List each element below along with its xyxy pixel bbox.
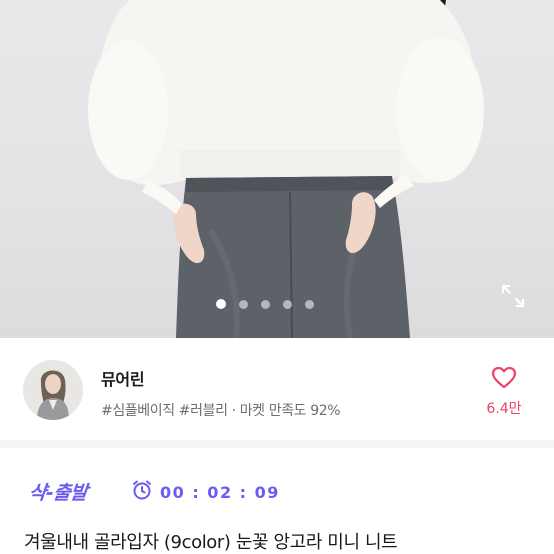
like-button[interactable]: 6.4만 [478,366,530,418]
product-title: 겨울내내 골라입자 (9color) 눈꽃 앙고라 미니 니트 [24,532,398,553]
section-divider [0,440,554,448]
seller-info-row[interactable]: 뮤어린 #심플베이직 #러블리 · 마켓 만족도 92% 6.4만 [0,338,554,440]
carousel-dot[interactable] [216,299,226,309]
fast-shipping-badge: 샥-출발 [27,482,89,504]
alarm-clock-icon [131,479,153,505]
carousel-dot[interactable] [239,299,248,309]
carousel-dot[interactable] [305,299,314,309]
carousel-dot[interactable] [283,299,292,309]
promo-section: 샥-출발 00 : 02 : 09 겨울내내 골라입자 (9color) 눈꽃 … [0,448,554,554]
countdown-timer: 00 : 02 : 09 [131,479,280,505]
carousel-dot[interactable] [261,299,270,309]
heart-outline-icon [491,366,517,394]
expand-icon[interactable] [500,283,526,309]
like-count: 6.4만 [486,401,522,417]
seller-avatar[interactable] [23,360,83,420]
product-image-carousel[interactable] [0,0,554,338]
seller-tags: #심플베이직 #러블리 · 마켓 만족도 92% [101,403,341,419]
countdown-text: 00 : 02 : 09 [160,482,280,502]
seller-name[interactable]: 뮤어린 [101,366,145,390]
carousel-pagination [216,298,314,310]
product-photo [88,0,484,338]
